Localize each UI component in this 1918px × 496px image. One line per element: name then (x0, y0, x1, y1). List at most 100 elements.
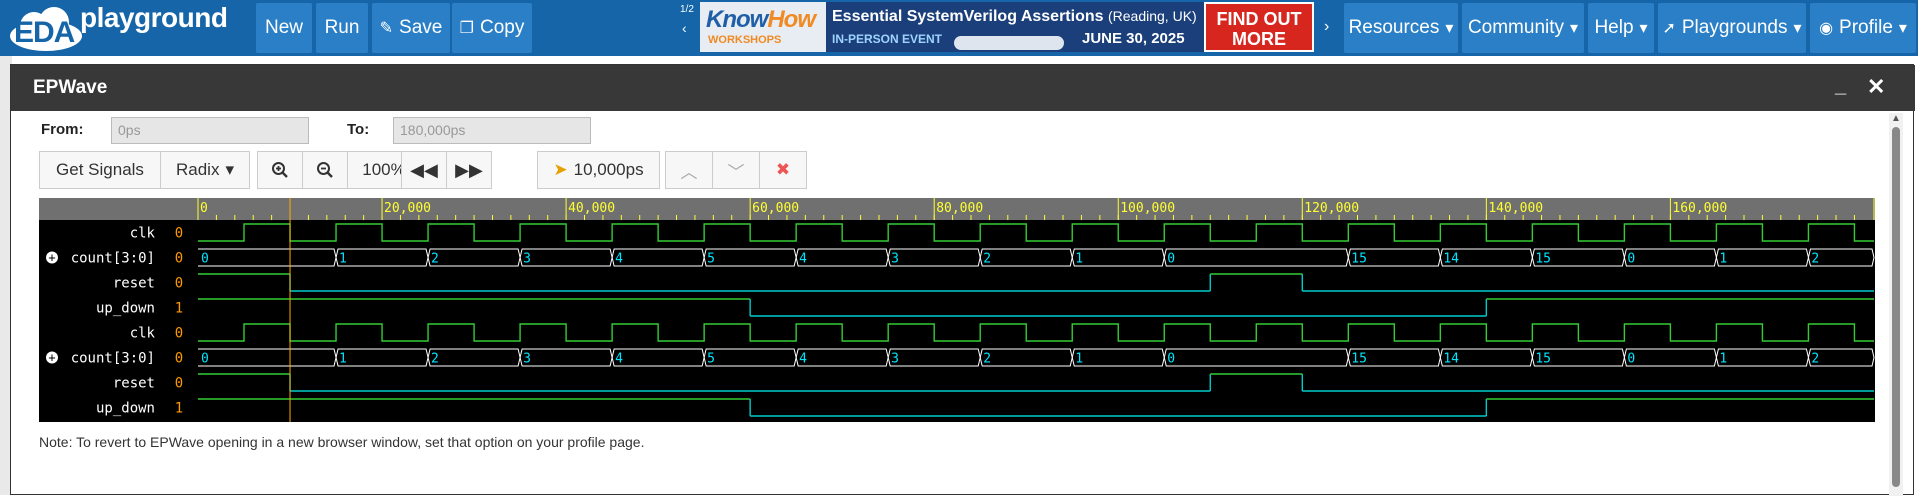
bus-value-label: 4 (799, 352, 807, 367)
signal-value: 0 (175, 326, 183, 342)
caret-down-icon: ▾ (1793, 20, 1802, 37)
chevron-down-icon: ﹀ (727, 162, 745, 182)
new-label: New (264, 17, 303, 38)
bus-value-label: 1 (339, 252, 347, 267)
from-field[interactable]: 0ps (111, 117, 309, 144)
run-label: Run (324, 17, 360, 38)
run-button[interactable]: Run (316, 3, 368, 53)
scroll-up-icon[interactable]: ▲ (1891, 113, 1901, 124)
bus-value-label: 2 (983, 252, 991, 267)
zoom-out-button[interactable] (302, 151, 348, 189)
save-label: Save (399, 17, 443, 38)
bus-value-label: 2 (431, 252, 439, 267)
community-label: Community (1467, 17, 1565, 38)
community-menu[interactable]: Community ▾ (1462, 3, 1584, 53)
top-navbar: EDA playground New Run ✎ Save ❐ Copy 1/2 ‹… (0, 0, 1918, 56)
caret-down-icon: ▾ (1639, 20, 1648, 37)
playgrounds-menu[interactable]: ➚ Playgrounds ▾ (1658, 3, 1806, 53)
ad-event-type: IN-PERSON EVENT (832, 32, 943, 46)
bus-value-label: 0 (201, 352, 209, 367)
resources-menu[interactable]: Resources ▾ (1344, 3, 1458, 53)
time-step-button[interactable]: ➤ 10,000ps (537, 151, 660, 189)
new-button[interactable]: New (256, 3, 312, 53)
bus-value-label: 0 (1167, 352, 1175, 367)
ad-banner[interactable]: KnowHow WORKSHOPS Essential SystemVerilo… (700, 2, 1314, 52)
chevron-left-icon[interactable]: ‹ (682, 20, 687, 36)
signal-value: 1 (175, 401, 183, 417)
user-circle-icon: ◉ (1819, 20, 1834, 37)
ruler-tick-label: 160,000 (1672, 201, 1727, 216)
ad-brand-sub: WORKSHOPS (708, 34, 782, 46)
ruler-tick-label: 80,000 (936, 201, 983, 216)
signal-name: reset (113, 276, 155, 292)
profile-label: Profile (1839, 17, 1893, 38)
remove-signal-button[interactable]: ✖ (759, 151, 807, 189)
ad-brand: KnowHow WORKSHOPS (700, 2, 826, 52)
ad-headline: Essential SystemVerilog Assertions (832, 8, 1104, 25)
signal-name: count[3:0] (71, 351, 155, 367)
jump-prev-button[interactable]: ◀◀ (401, 151, 447, 189)
vertical-scrollbar[interactable]: ▲ (1889, 113, 1903, 496)
bus-value-label: 15 (1535, 352, 1551, 367)
epwave-note: Note: To revert to EPWave opening in a n… (39, 434, 645, 450)
radix-dropdown[interactable]: Radix ▾ (160, 151, 250, 189)
move-down-button[interactable]: ﹀ (712, 151, 760, 189)
ad-details: Essential SystemVerilog Assertions (Read… (826, 2, 1204, 52)
to-label: To: (347, 121, 370, 138)
bus-value-label: 3 (523, 352, 531, 367)
minimize-icon[interactable]: _ (1835, 75, 1846, 98)
rocket-icon: ➚ (1662, 20, 1676, 37)
copy-label: Copy (479, 17, 525, 38)
ruler-tick-label: 120,000 (1304, 201, 1359, 216)
signal-value: 0 (175, 251, 183, 267)
epwave-window: EPWave _ ✕ From: 0ps To: 180,000ps Get S… (10, 64, 1915, 496)
bus-value-label: 0 (1627, 252, 1635, 267)
bus-value-label: 1 (1719, 252, 1727, 267)
site-logo[interactable]: EDA playground (0, 0, 240, 56)
copy-button[interactable]: ❐ Copy (452, 3, 532, 53)
bus-value-label: 0 (201, 252, 209, 267)
waveform-viewer[interactable]: 0 20,000 40,000 60,000 80,000 100,000 120,000 1… (39, 198, 1875, 422)
bus-value-label: 0 (1167, 252, 1175, 267)
logo-eda-text: EDA (14, 16, 75, 49)
signal-value: 1 (175, 301, 183, 317)
save-button[interactable]: ✎ Save (372, 3, 450, 53)
bus-value-label: 1 (1719, 352, 1727, 367)
ad-carousel-dots[interactable] (954, 36, 1064, 50)
signal-name: up_down (96, 301, 155, 317)
bus-value-label: 2 (1811, 252, 1819, 267)
move-up-button[interactable]: ︿ (665, 151, 713, 189)
zoom-in-icon (272, 162, 288, 178)
bus-value-label: 15 (1535, 252, 1551, 267)
profile-menu[interactable]: ◉ Profile ▾ (1810, 3, 1916, 53)
bus-value-label: 15 (1351, 252, 1367, 267)
help-menu[interactable]: Help ▾ (1588, 3, 1654, 53)
bus-value-label: 1 (1075, 352, 1083, 367)
ruler-tick-label: 100,000 (1120, 201, 1175, 216)
zoom-out-icon (317, 162, 333, 178)
bus-value-label: 5 (707, 352, 715, 367)
caret-down-icon: ▾ (225, 160, 234, 179)
chevron-right-icon[interactable]: › (1324, 18, 1329, 36)
epwave-titlebar[interactable]: EPWave _ ✕ (11, 65, 1915, 111)
get-signals-button[interactable]: Get Signals (39, 151, 161, 189)
ad-brand-name: KnowHow (706, 6, 816, 33)
close-icon[interactable]: ✕ (1867, 74, 1885, 100)
to-field[interactable]: 180,000ps (393, 117, 591, 144)
jump-next-button[interactable]: ▶▶ (446, 151, 492, 189)
ad-page-indicator: 1/2 (680, 4, 694, 15)
resources-label: Resources (1348, 17, 1440, 38)
from-label: From: (41, 121, 84, 138)
ruler-tick-label: 140,000 (1488, 201, 1543, 216)
expand-plus-glyph: + (48, 251, 55, 265)
signal-value: 0 (175, 376, 183, 392)
bus-value-label: 4 (799, 252, 807, 267)
ad-cta-button[interactable]: FIND OUT MORE (1204, 2, 1314, 52)
ad-location: (Reading, UK) (1107, 8, 1197, 24)
zoom-in-button[interactable] (257, 151, 303, 189)
bus-value-label: 3 (523, 252, 531, 267)
bus-value-label: 14 (1443, 352, 1459, 367)
scroll-thumb[interactable] (1892, 127, 1900, 487)
bus-value-label: 1 (1075, 252, 1083, 267)
location-arrow-icon: ➤ (553, 160, 568, 179)
